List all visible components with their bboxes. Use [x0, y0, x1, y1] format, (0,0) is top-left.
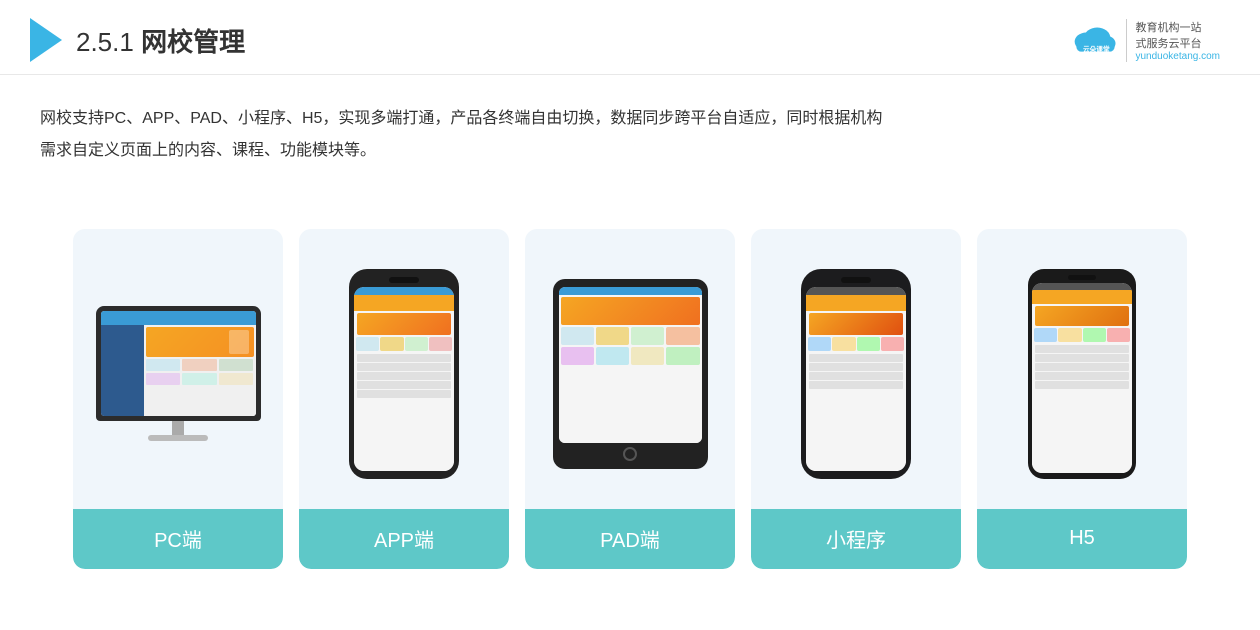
card-pc-label: PC端 [154, 524, 202, 553]
logo-arrow-icon [30, 18, 62, 62]
card-h5-image [977, 229, 1187, 509]
card-pad-label: PAD端 [600, 524, 660, 553]
description-block: 网校支持PC、APP、PAD、小程序、H5，实现多端打通，产品各终端自由切换，数… [0, 75, 1260, 177]
brand-logo: 云朵课堂 教育机构一站 式服务云平台 yunduoketang.com [1068, 19, 1220, 62]
header: 2.5.1 网校管理 云朵课堂 教育机构一站 式服务云平台 yunduoketa… [0, 0, 1260, 75]
card-pad-image [525, 229, 735, 509]
page-container: 2.5.1 网校管理 云朵课堂 教育机构一站 式服务云平台 yunduoketa… [0, 0, 1260, 630]
cards-section: PC端 [0, 177, 1260, 630]
card-app-label: APP端 [374, 524, 434, 553]
card-pc-image [73, 229, 283, 509]
card-miniapp: 小程序 [751, 229, 961, 569]
card-app: APP端 [299, 229, 509, 569]
card-pad: PAD端 [525, 229, 735, 569]
yunduoketang-logo-icon: 云朵课堂 [1068, 20, 1118, 60]
card-miniapp-image [751, 229, 961, 509]
pc-monitor-icon [91, 306, 266, 441]
card-app-label-area: APP端 [299, 509, 509, 569]
miniapp-phone-icon [801, 269, 911, 479]
card-miniapp-label-area: 小程序 [751, 509, 961, 569]
card-pad-label-area: PAD端 [525, 509, 735, 569]
description-line2: 需求自定义页面上的内容、课程、功能模块等。 [40, 135, 1220, 167]
card-pc: PC端 [73, 229, 283, 569]
card-miniapp-label: 小程序 [826, 524, 886, 553]
pad-tablet-icon [553, 279, 708, 469]
description-line1: 网校支持PC、APP、PAD、小程序、H5，实现多端打通，产品各终端自由切换，数… [40, 103, 1220, 135]
logo-text-block: 教育机构一站 式服务云平台 yunduoketang.com [1126, 19, 1220, 62]
header-left: 2.5.1 网校管理 [30, 18, 245, 62]
card-h5-label: H5 [1069, 527, 1095, 550]
card-h5-label-area: H5 [977, 509, 1187, 569]
card-pc-label-area: PC端 [73, 509, 283, 569]
page-title: 2.5.1 网校管理 [76, 22, 245, 59]
card-app-image [299, 229, 509, 509]
header-right: 云朵课堂 教育机构一站 式服务云平台 yunduoketang.com [1068, 19, 1220, 62]
h5-phone-icon [1028, 269, 1136, 479]
app-phone-icon [349, 269, 459, 479]
card-h5: H5 [977, 229, 1187, 569]
svg-text:云朵课堂: 云朵课堂 [1083, 45, 1110, 54]
